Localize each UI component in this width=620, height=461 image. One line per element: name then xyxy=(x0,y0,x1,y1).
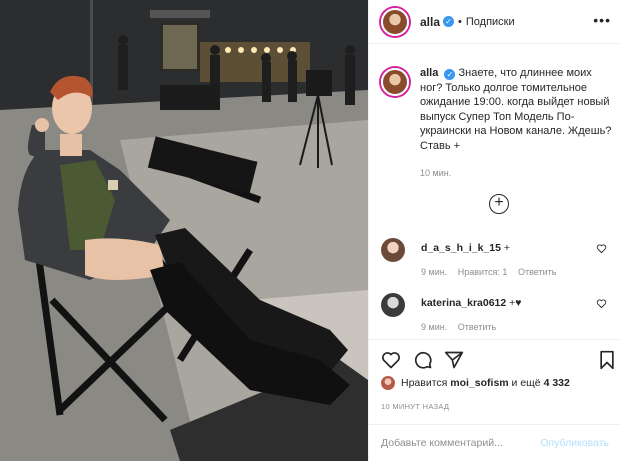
heart-icon[interactable] xyxy=(596,298,607,309)
photo-illustration xyxy=(0,0,368,461)
share-send-icon[interactable] xyxy=(444,350,464,370)
likes-summary: Нравится moi_sofism и ещё 4 332 xyxy=(381,376,570,390)
caption-time[interactable]: 10 мин. xyxy=(420,166,613,181)
liker-avatar[interactable] xyxy=(381,376,395,390)
reply-button[interactable]: Ответить xyxy=(518,267,556,277)
header-separator: • xyxy=(458,15,462,28)
posted-time[interactable]: 10 МИНУТ НАЗАД xyxy=(381,402,449,411)
heart-icon[interactable] xyxy=(596,243,607,254)
post-caption: alla ✓ Знаете, что длиннее моих ног? Тол… xyxy=(381,66,613,181)
post-actions xyxy=(369,339,620,374)
comment-body: katerina_kra0612 +♥ 9 мин. Ответить xyxy=(421,297,601,332)
reply-button[interactable]: Ответить xyxy=(458,322,496,332)
likes-count[interactable]: 4 332 xyxy=(544,377,570,389)
comment-likes[interactable]: Нравится: 1 xyxy=(458,267,508,277)
liker-username[interactable]: moi_sofism xyxy=(450,377,508,389)
caption-username[interactable]: alla xyxy=(420,67,438,79)
author-username[interactable]: alla xyxy=(420,15,440,29)
verified-badge-icon: ✓ xyxy=(444,69,456,80)
likes-middle: и ещё xyxy=(511,377,541,389)
comment-bubble-icon[interactable] xyxy=(413,350,433,370)
comment-text: d_a_s_h_i_k_15 + xyxy=(421,242,601,254)
add-comment-bar: Добавьте комментарий... Опубликовать xyxy=(369,424,620,461)
like-heart-icon[interactable] xyxy=(381,350,401,370)
following-button[interactable]: Подписки xyxy=(466,16,515,28)
comment-body: d_a_s_h_i_k_15 + 9 мин. Нравится: 1 Отве… xyxy=(421,242,601,277)
ellipsis-icon[interactable]: ••• xyxy=(593,12,611,28)
plus-circle-icon[interactable]: + xyxy=(489,194,509,214)
comment-meta: 9 мин. Нравится: 1 Ответить xyxy=(421,267,601,277)
commenter-avatar[interactable] xyxy=(381,293,405,317)
post-side-panel: alla ✓ • Подписки ••• alla ✓ Знаете, что… xyxy=(368,0,620,461)
caption-avatar[interactable] xyxy=(381,68,409,96)
post-header: alla ✓ • Подписки ••• xyxy=(369,0,620,44)
publish-button[interactable]: Опубликовать xyxy=(540,437,609,449)
commenter-avatar[interactable] xyxy=(381,238,405,262)
comment-meta: 9 мин. Ответить xyxy=(421,322,601,332)
likes-prefix: Нравится xyxy=(401,377,448,389)
comment-content: + xyxy=(503,242,511,254)
post-photo[interactable] xyxy=(0,0,368,461)
bookmark-icon[interactable] xyxy=(597,350,617,370)
comment-time[interactable]: 9 мин. xyxy=(421,322,447,332)
comment-content: +♥ xyxy=(509,297,522,309)
caption-body: alla ✓ Знаете, что длиннее моих ног? Тол… xyxy=(420,66,613,181)
comment-username[interactable]: katerina_kra0612 xyxy=(421,297,506,309)
comment-input[interactable]: Добавьте комментарий... xyxy=(381,437,540,449)
verified-badge-icon: ✓ xyxy=(443,16,455,27)
author-avatar[interactable] xyxy=(381,7,409,36)
comment-username[interactable]: d_a_s_h_i_k_15 xyxy=(421,242,501,254)
comment-time[interactable]: 9 мин. xyxy=(421,267,447,277)
comment-text: katerina_kra0612 +♥ xyxy=(421,297,601,309)
